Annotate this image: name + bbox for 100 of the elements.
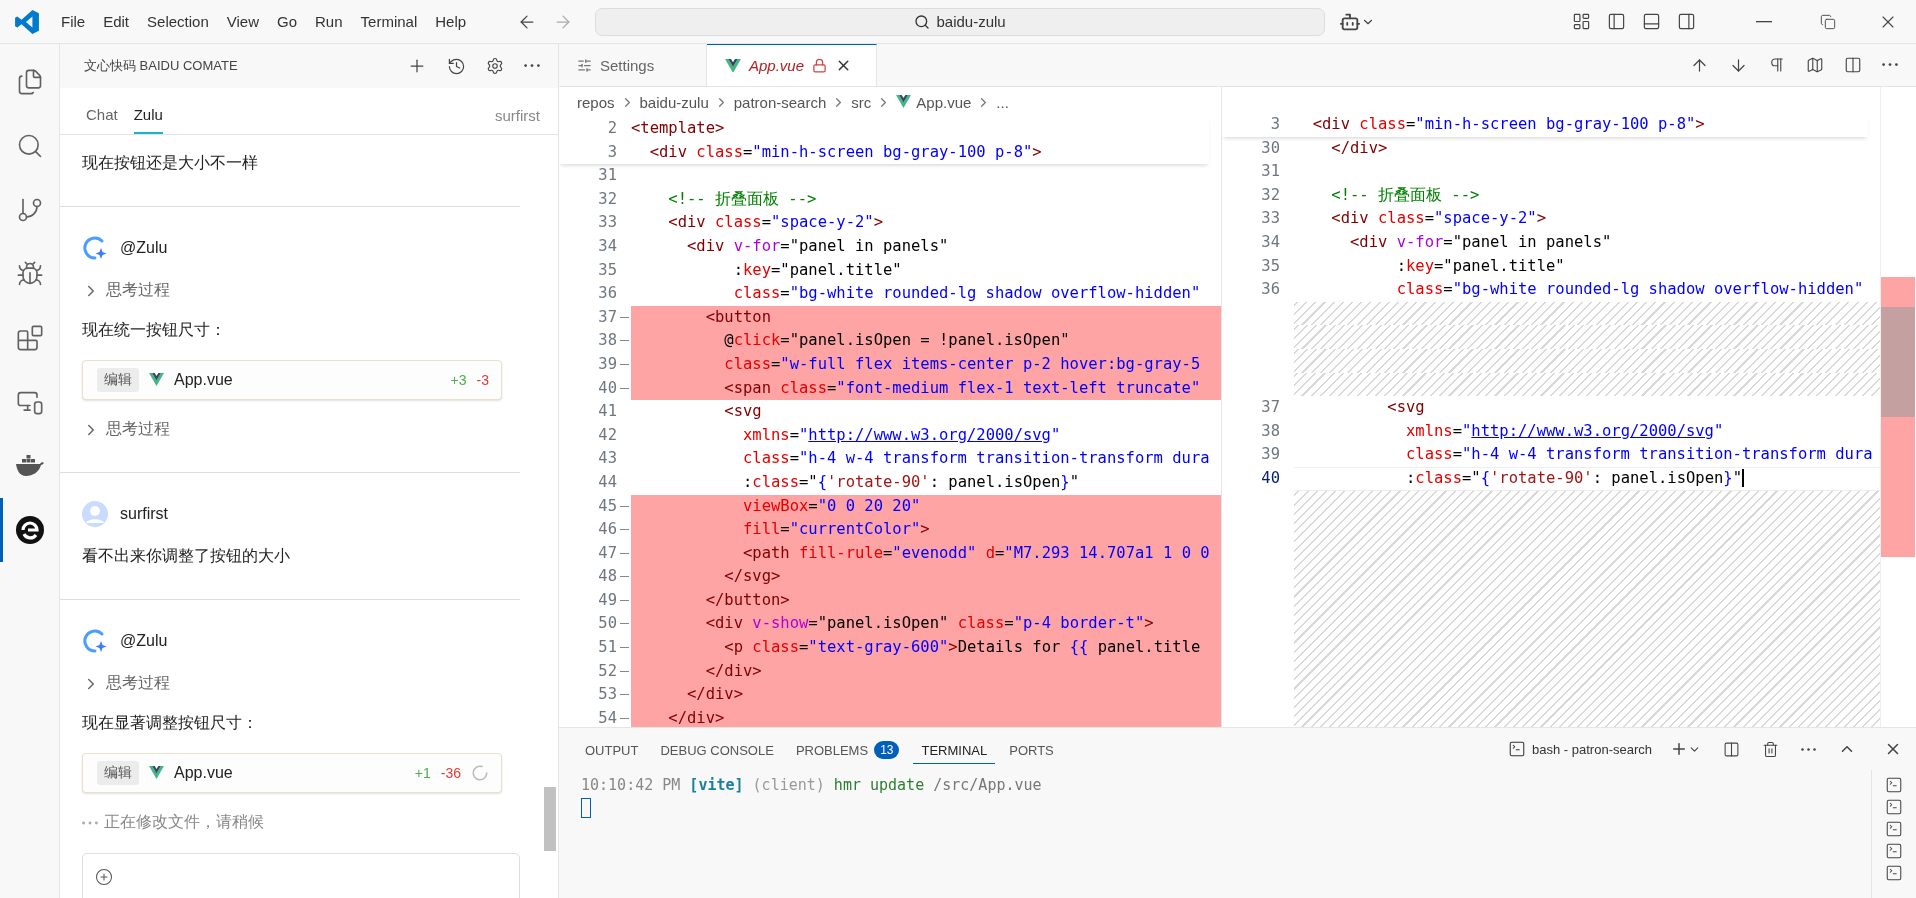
panel-tab[interactable]: PROBLEMS 13 bbox=[787, 733, 908, 765]
line-number: 51 bbox=[559, 636, 631, 660]
line-number: 43 bbox=[597, 448, 618, 470]
breadcrumb[interactable]: baidu-zulu bbox=[639, 93, 709, 111]
line-number: 48 bbox=[559, 565, 631, 589]
line-number: 34 bbox=[597, 235, 618, 257]
code-line: </div> bbox=[1330, 137, 1389, 159]
menu-item[interactable]: Selection bbox=[138, 9, 218, 34]
code-line: :key="panel.title" bbox=[732, 259, 903, 281]
thinking-toggle[interactable]: 思考过程 bbox=[82, 280, 170, 301]
menu-item[interactable]: Help bbox=[426, 9, 476, 34]
code-line: :class="{'rotate-90': panel.isOpen}" bbox=[741, 471, 1080, 493]
menu-item[interactable]: File bbox=[52, 9, 95, 34]
code-line: <svg bbox=[1386, 397, 1426, 419]
file-edit-card[interactable]: 编辑 App.vue +3 -3 bbox=[82, 360, 502, 400]
line-number: 42 bbox=[597, 424, 618, 446]
line-number: 32 bbox=[1260, 184, 1281, 206]
tab-label: Settings bbox=[600, 57, 655, 74]
terminal-line: 10:10:42 PM [vite] (client) hmr update /src/App.vue bbox=[581, 775, 1043, 796]
line-number: 35 bbox=[1260, 255, 1281, 277]
menu-item[interactable]: Run bbox=[306, 9, 352, 34]
user-name: surfirst bbox=[495, 107, 540, 126]
line-number: 39 bbox=[559, 352, 631, 377]
thinking-toggle[interactable]: 思考过程 bbox=[82, 419, 170, 440]
line-number: 32 bbox=[597, 188, 618, 210]
code-line: class="bg-white rounded-lg shadow overflow-hidden" bbox=[1395, 279, 1865, 301]
panel-tab[interactable]: TERMINAL bbox=[913, 734, 996, 764]
menu-item[interactable]: Go bbox=[268, 9, 306, 34]
line-number: 54 bbox=[559, 706, 631, 727]
code-line: xmlns="http://www.w3.org/2000/svg" bbox=[1404, 420, 1725, 442]
file-name: App.vue bbox=[174, 764, 234, 782]
breadcrumb[interactable]: patron-search bbox=[733, 93, 827, 111]
message-text: 现在按钮还是大小不一样 bbox=[82, 153, 259, 173]
line-number: 40 bbox=[1260, 467, 1281, 489]
line-number: 36 bbox=[597, 283, 618, 305]
code-line: <div class="space-y-2"> bbox=[667, 212, 884, 234]
command-center[interactable]: baidu-zulu bbox=[595, 7, 1326, 36]
tab-label: App.vue bbox=[749, 57, 805, 74]
line-number: 2 bbox=[606, 118, 618, 139]
line-number: 39 bbox=[1260, 444, 1281, 466]
line-number: 49 bbox=[559, 588, 631, 613]
menu-item[interactable]: Terminal bbox=[351, 9, 427, 34]
thinking-toggle[interactable]: 思考过程 bbox=[82, 673, 170, 694]
code-line: xmlns="http://www.w3.org/2000/svg" bbox=[741, 424, 1062, 446]
code-line: <div v-for="panel in panels" bbox=[1349, 231, 1613, 253]
breadcrumb[interactable]: App.vue bbox=[916, 93, 972, 111]
editor-tab[interactable]: App.vue bbox=[707, 44, 877, 86]
message-text: 现在统一按钮尺寸： bbox=[82, 320, 227, 340]
code-line: :class="{'rotate-90': panel.isOpen}" bbox=[1294, 466, 1880, 491]
line-number: 33 bbox=[597, 212, 618, 234]
line-number: 30 bbox=[1260, 137, 1281, 159]
terminal[interactable]: 10:10:42 PM [vite] (client) hmr update /src/App.vue bbox=[559, 770, 1871, 898]
panel-tab[interactable]: OUTPUT bbox=[577, 734, 647, 764]
menu-item[interactable]: View bbox=[217, 9, 268, 34]
line-number: 52 bbox=[559, 659, 631, 684]
line-number: 38 bbox=[1260, 420, 1281, 442]
code-line: class="bg-white rounded-lg shadow overflow-hidden" bbox=[732, 283, 1202, 305]
code-line: <div v-for="panel in panels" bbox=[686, 235, 950, 257]
line-number: 31 bbox=[1260, 161, 1281, 183]
line-number: 40 bbox=[559, 376, 631, 401]
chat-tab[interactable]: Chat bbox=[86, 98, 118, 134]
file-edit-card[interactable]: 编辑 App.vue +1 -36 bbox=[82, 753, 502, 793]
line-number: 33 bbox=[1260, 208, 1281, 230]
message-text: 现在显著调整按钮尺寸： bbox=[82, 713, 259, 733]
breadcrumb[interactable]: src bbox=[851, 93, 872, 111]
line-number: 37 bbox=[559, 305, 631, 330]
code-line: :key="panel.title" bbox=[1395, 255, 1566, 277]
breadcrumb[interactable]: repos bbox=[577, 93, 615, 111]
removed-count: -3 bbox=[476, 372, 489, 388]
code-line: <!-- 折叠面板 --> bbox=[1330, 184, 1481, 206]
line-number: 50 bbox=[559, 612, 631, 637]
code-line: <svg bbox=[723, 401, 763, 423]
line-number: 47 bbox=[559, 541, 631, 566]
removed-count: -36 bbox=[440, 765, 461, 781]
line-number: 31 bbox=[597, 165, 618, 187]
code-line: <div class="min-h-screen bg-gray-100 p-8"> bbox=[648, 141, 1043, 163]
line-number: 45 bbox=[559, 494, 631, 519]
action-tag: 编辑 bbox=[97, 761, 139, 785]
breadcrumb[interactable]: ... bbox=[996, 93, 1009, 111]
terminal-name[interactable]: bash - patron-search bbox=[1532, 741, 1652, 757]
code-line: <div class="min-h-screen bg-gray-100 p-8"> bbox=[1311, 114, 1706, 135]
chat-tab[interactable]: Zulu bbox=[133, 98, 163, 134]
line-number: 37 bbox=[1260, 397, 1281, 419]
line-number: 3 bbox=[1269, 114, 1281, 135]
line-number: 53 bbox=[559, 683, 631, 707]
line-number: 36 bbox=[1260, 279, 1281, 301]
action-tag: 编辑 bbox=[97, 368, 139, 392]
panel-tab[interactable]: DEBUG CONSOLE bbox=[652, 734, 782, 764]
line-number: 38 bbox=[559, 329, 631, 353]
file-name: App.vue bbox=[174, 371, 234, 389]
code-line: class="h-4 w-4 transform transition-transform dura bbox=[741, 448, 1211, 470]
added-count: +1 bbox=[414, 765, 431, 781]
menu-item[interactable]: Edit bbox=[94, 9, 139, 34]
code-line: <template> bbox=[631, 118, 726, 139]
added-count: +3 bbox=[450, 372, 467, 388]
panel-title: 文心快码 BAIDU COMATE bbox=[84, 57, 239, 75]
code-line: class="h-4 w-4 transform transition-transform dura bbox=[1404, 444, 1874, 466]
line-number: 3 bbox=[606, 141, 618, 163]
panel-tab[interactable]: PORTS bbox=[1001, 734, 1062, 764]
count-badge: 13 bbox=[874, 741, 900, 759]
